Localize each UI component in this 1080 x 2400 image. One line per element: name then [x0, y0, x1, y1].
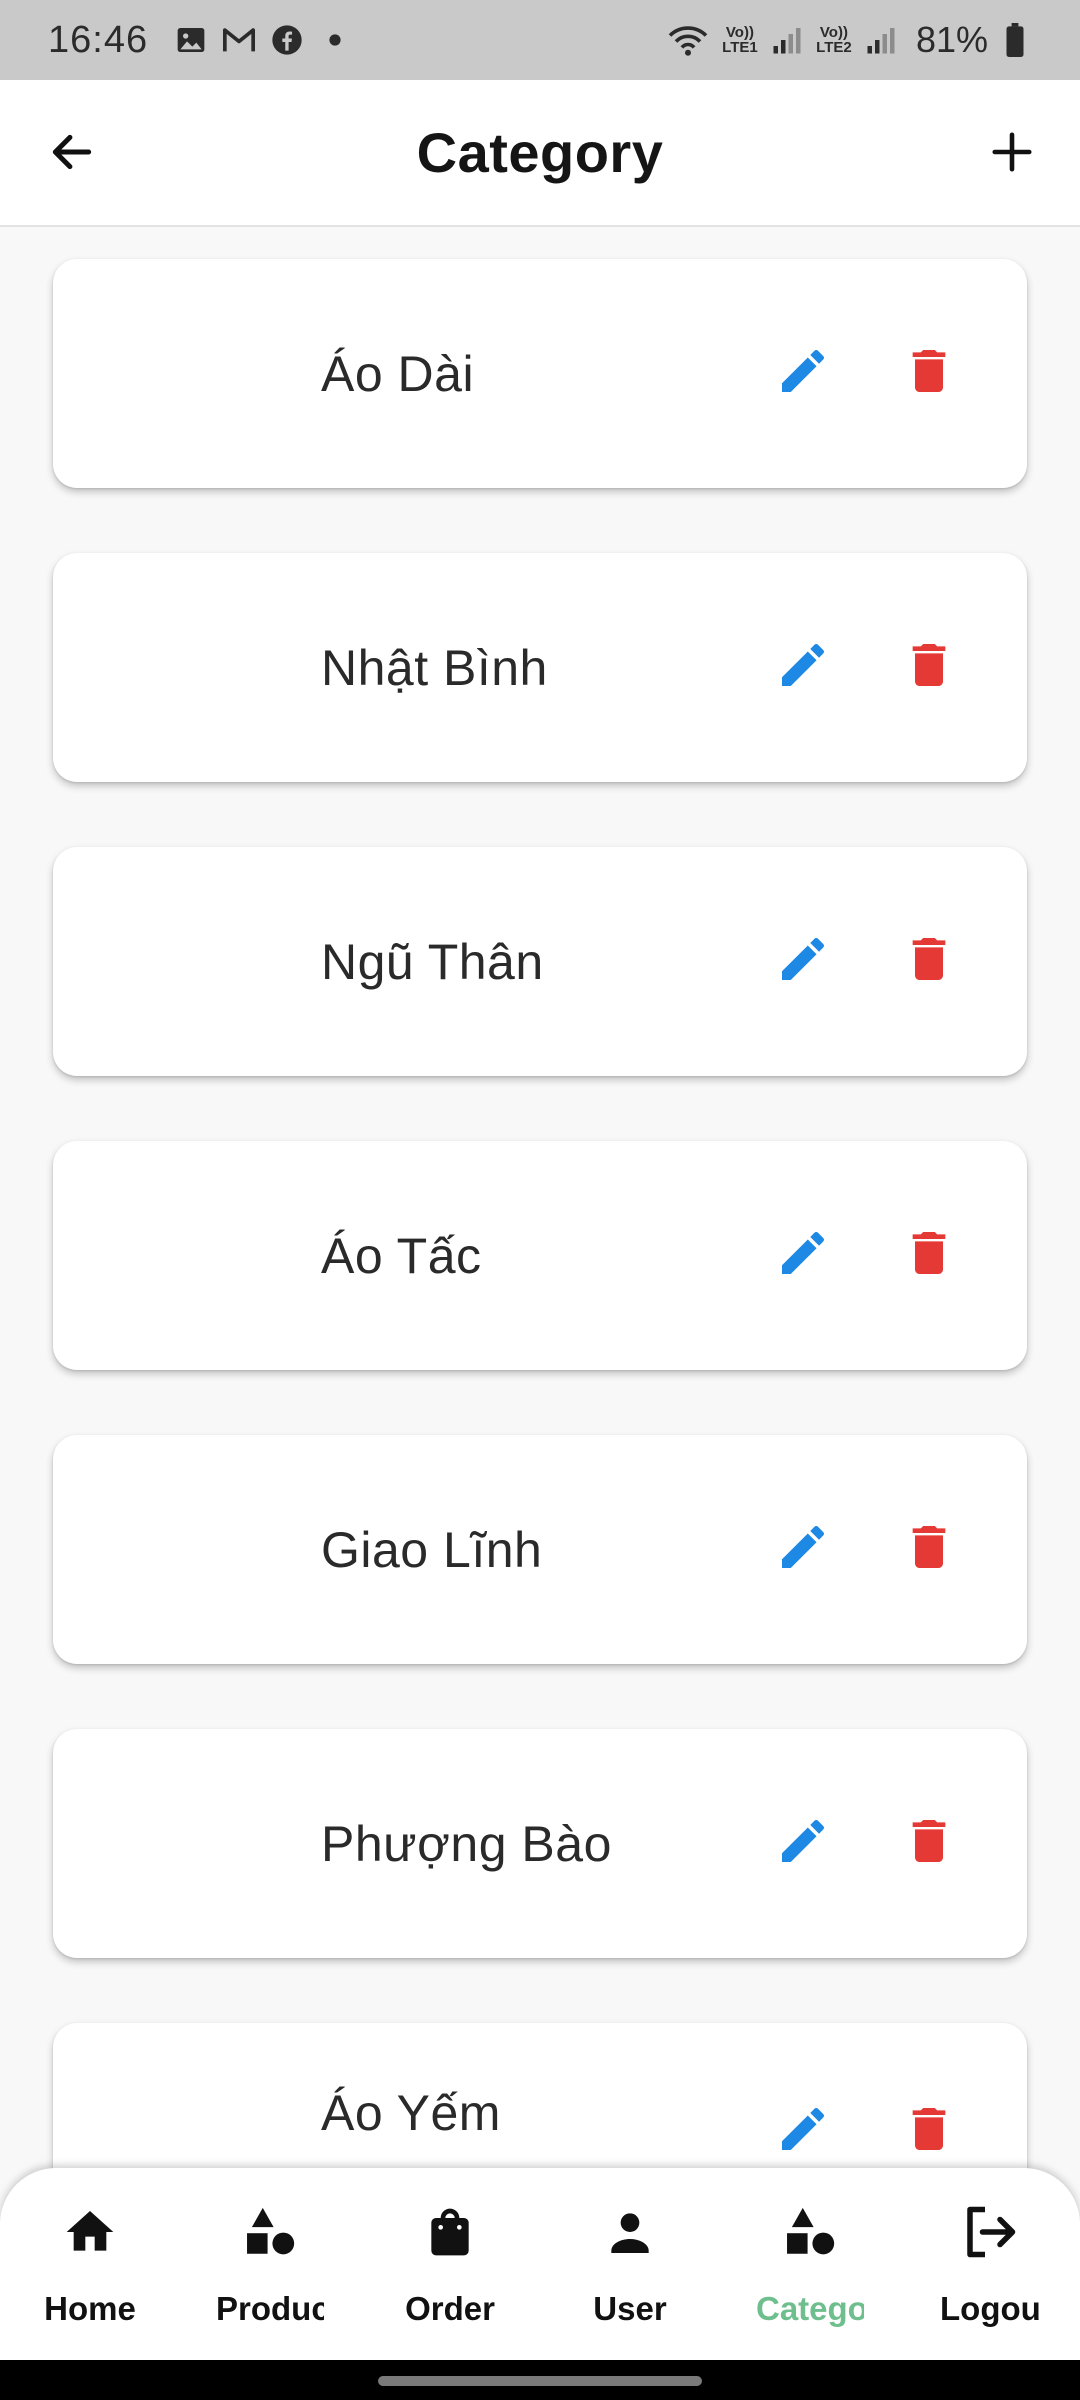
nav-label: Category: [756, 2290, 864, 2327]
edit-button[interactable]: [767, 1513, 839, 1585]
edit-button[interactable]: [767, 337, 839, 409]
edit-button[interactable]: [767, 1807, 839, 1879]
battery-percentage: 81%: [915, 19, 988, 60]
pencil-icon: [775, 931, 831, 992]
dot-icon: [318, 23, 352, 57]
trash-icon: [901, 1519, 957, 1580]
category-card: Ngũ Thân: [53, 847, 1027, 1076]
category-card: Nhật Bình: [53, 553, 1027, 782]
signal-icon: [864, 23, 898, 57]
category-card: Áo Dài: [53, 259, 1027, 488]
nav-label: Product: [216, 2290, 324, 2327]
delete-button[interactable]: [893, 1219, 965, 1291]
category-name: Giao Lĩnh: [321, 1521, 543, 1578]
category-name: Nhật Bình: [321, 639, 548, 696]
pencil-icon: [775, 637, 831, 698]
nav-label: Home: [44, 2290, 136, 2327]
system-navigation-bar: [0, 2360, 1080, 2400]
person-icon: [598, 2200, 662, 2264]
pencil-icon: [775, 1813, 831, 1874]
category-card: Áo Tấc: [53, 1141, 1027, 1370]
battery-icon: [998, 23, 1032, 57]
nav-label: Logout: [940, 2290, 1040, 2327]
app-bar: Category: [0, 80, 1080, 227]
pencil-icon: [775, 1519, 831, 1580]
gallery-icon: [174, 23, 208, 57]
pencil-icon: [775, 2101, 831, 2162]
category-name: Áo Dài: [321, 345, 475, 402]
delete-button[interactable]: [893, 1807, 965, 1879]
edit-button[interactable]: [767, 925, 839, 997]
trash-icon: [901, 2101, 957, 2162]
sim2-network-label: Vo)) LTE2: [816, 24, 852, 56]
category-card: Áo Yếm: [53, 2023, 1027, 2169]
edit-button[interactable]: [767, 1219, 839, 1291]
plus-icon: [989, 129, 1035, 180]
trash-icon: [901, 637, 957, 698]
gmail-icon: [222, 23, 256, 57]
edit-button[interactable]: [767, 631, 839, 703]
category-name: Áo Yếm: [321, 2085, 501, 2141]
facebook-icon: [270, 23, 304, 57]
shapes-icon: [778, 2200, 842, 2264]
edit-button[interactable]: [767, 2095, 839, 2167]
nav-item-order[interactable]: Order: [360, 2168, 540, 2360]
nav-label: User: [593, 2290, 667, 2327]
category-name: Phượng Bào: [321, 1815, 612, 1872]
category-name: Áo Tấc: [321, 1227, 482, 1284]
nav-item-home[interactable]: Home: [0, 2168, 180, 2360]
delete-button[interactable]: [893, 337, 965, 409]
shopping-bag-icon: [418, 2200, 482, 2264]
bottom-navigation: Home Product Order User Category Logout: [0, 2168, 1080, 2360]
nav-item-product[interactable]: Product: [180, 2168, 360, 2360]
signal-icon: [770, 23, 804, 57]
nav-label: Order: [405, 2290, 495, 2327]
category-name: Ngũ Thân: [321, 933, 544, 990]
status-bar: 16:46 Vo)) LTE1 Vo)) LTE2 81%: [0, 0, 1080, 80]
delete-button[interactable]: [893, 1513, 965, 1585]
nav-item-category[interactable]: Category: [720, 2168, 900, 2360]
trash-icon: [901, 931, 957, 992]
trash-icon: [901, 343, 957, 404]
category-card: Phượng Bào: [53, 1729, 1027, 1958]
pencil-icon: [775, 343, 831, 404]
add-category-button[interactable]: [980, 122, 1044, 186]
trash-icon: [901, 1813, 957, 1874]
back-button[interactable]: [40, 122, 104, 186]
wifi-icon: [666, 23, 710, 57]
pencil-icon: [775, 1225, 831, 1286]
page-title: Category: [416, 121, 664, 184]
delete-button[interactable]: [893, 925, 965, 997]
status-time: 16:46: [48, 18, 149, 61]
sim1-network-label: Vo)) LTE1: [722, 24, 758, 56]
delete-button[interactable]: [893, 2095, 965, 2167]
category-list[interactable]: Áo Dài Nhật Bình Ngũ Thân Áo Tấc Giao Lĩ…: [0, 229, 1080, 2169]
home-indicator[interactable]: [378, 2376, 702, 2386]
trash-icon: [901, 1225, 957, 1286]
nav-item-user[interactable]: User: [540, 2168, 720, 2360]
arrow-left-icon: [47, 127, 97, 182]
delete-button[interactable]: [893, 631, 965, 703]
home-icon: [58, 2200, 122, 2264]
shapes-icon: [238, 2200, 302, 2264]
logout-icon: [958, 2200, 1022, 2264]
category-card: Giao Lĩnh: [53, 1435, 1027, 1664]
nav-item-logout[interactable]: Logout: [900, 2168, 1080, 2360]
